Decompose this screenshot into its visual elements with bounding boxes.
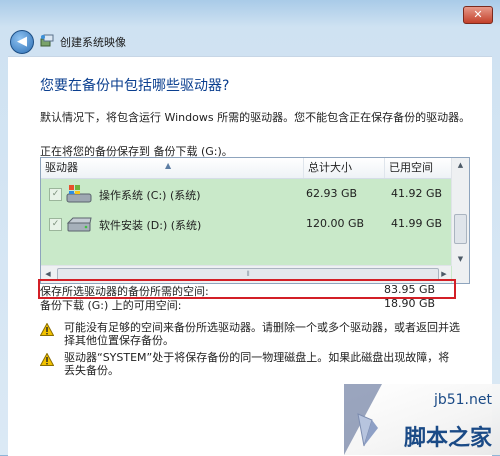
drive-row[interactable]: ✓ 软件安装 (D:) (系统) 120.00 GB 41.99 GB xyxy=(41,211,451,237)
title-bar: ◀ 创建系统映像 xyxy=(8,28,492,54)
available-space-row: 备份下载 (G:) 上的可用空间: 18.90 GB xyxy=(40,297,460,313)
column-used-space-label: 已用空间 xyxy=(389,161,433,174)
close-button[interactable]: ✕ xyxy=(463,6,493,24)
warning-text: 驱动器“SYSTEM”处于将保存备份的同一物理磁盘上。如果此磁盘出现故障，将丢失… xyxy=(64,351,450,377)
warning-text: 可能没有足够的空间来备份所选驱动器。请删除一个或多个驱动器，或者返回并选择其他位… xyxy=(64,321,460,347)
scroll-up-arrow-icon[interactable]: ▲ xyxy=(452,158,469,172)
available-space-value: 18.90 GB xyxy=(384,297,436,310)
drive-list-header: 驱动器 ▲ 总计大小 已用空间 xyxy=(41,158,451,179)
window-title: 创建系统映像 xyxy=(60,36,126,49)
drive-used-space: 41.99 GB xyxy=(391,217,443,230)
column-drive[interactable]: 驱动器 ▲ xyxy=(41,158,304,178)
drive-row[interactable]: ✓ 操作系统 (C:) (系统) 62.93 GB 41.92 GB xyxy=(41,181,451,207)
watermark-site-url: jb51.net xyxy=(433,392,492,408)
available-space-label: 备份下载 (G:) 上的可用空间: xyxy=(40,299,182,312)
column-used-space[interactable]: 已用空间 xyxy=(385,158,451,178)
warning-insufficient-space: 可能没有足够的空间来备份所选驱动器。请删除一个或多个驱动器，或者返回并选择其他位… xyxy=(40,321,460,349)
backup-app-icon xyxy=(40,34,54,47)
drive-used-space: 41.92 GB xyxy=(391,187,443,200)
drive-checkbox[interactable]: ✓ xyxy=(49,218,62,231)
window-frame: ✕ ◀ 创建系统映像 您要在备份中包括哪些驱动器? 默认情况下，将包含运行 Wi… xyxy=(0,0,500,456)
drive-list[interactable]: 驱动器 ▲ 总计大小 已用空间 ✓ 操作系统 (C:) (系统) 62.93 G… xyxy=(40,157,470,284)
drive-total-size: 120.00 GB xyxy=(306,217,365,230)
vertical-scrollbar[interactable]: ▲ ▼ xyxy=(451,158,469,266)
drive-name: 软件安装 (D:) (系统) xyxy=(99,219,202,232)
site-watermark: jb51.net 脚本之家 xyxy=(344,384,500,455)
drive-checkbox[interactable]: ✓ xyxy=(49,188,62,201)
sort-arrow-icon: ▲ xyxy=(165,161,172,170)
column-total-size-label: 总计大小 xyxy=(308,161,352,174)
page-description: 默认情况下，将包含运行 Windows 所需的驱动器。您不能包含正在保存备份的驱… xyxy=(40,111,471,124)
scroll-down-arrow-icon[interactable]: ▼ xyxy=(452,252,469,266)
windows-drive-icon xyxy=(66,185,92,203)
watermark-site-name: 脚本之家 xyxy=(403,426,492,451)
page-heading: 您要在备份中包括哪些驱动器? xyxy=(40,78,230,94)
drive-name: 操作系统 (C:) (系统) xyxy=(99,189,201,202)
back-button[interactable]: ◀ xyxy=(10,30,34,54)
column-drive-label: 驱动器 xyxy=(45,161,78,174)
vertical-scroll-thumb[interactable] xyxy=(454,214,467,244)
drive-total-size: 62.93 GB xyxy=(306,187,358,200)
warning-icon xyxy=(40,353,54,366)
warning-same-disk: 驱动器“SYSTEM”处于将保存备份的同一物理磁盘上。如果此磁盘出现故障，将丢失… xyxy=(40,351,460,379)
required-space-value: 83.95 GB xyxy=(384,283,436,296)
hard-drive-icon xyxy=(66,217,92,232)
warning-icon xyxy=(40,323,54,336)
column-total-size[interactable]: 总计大小 xyxy=(304,158,385,178)
watermark-logo-icon xyxy=(357,413,378,447)
